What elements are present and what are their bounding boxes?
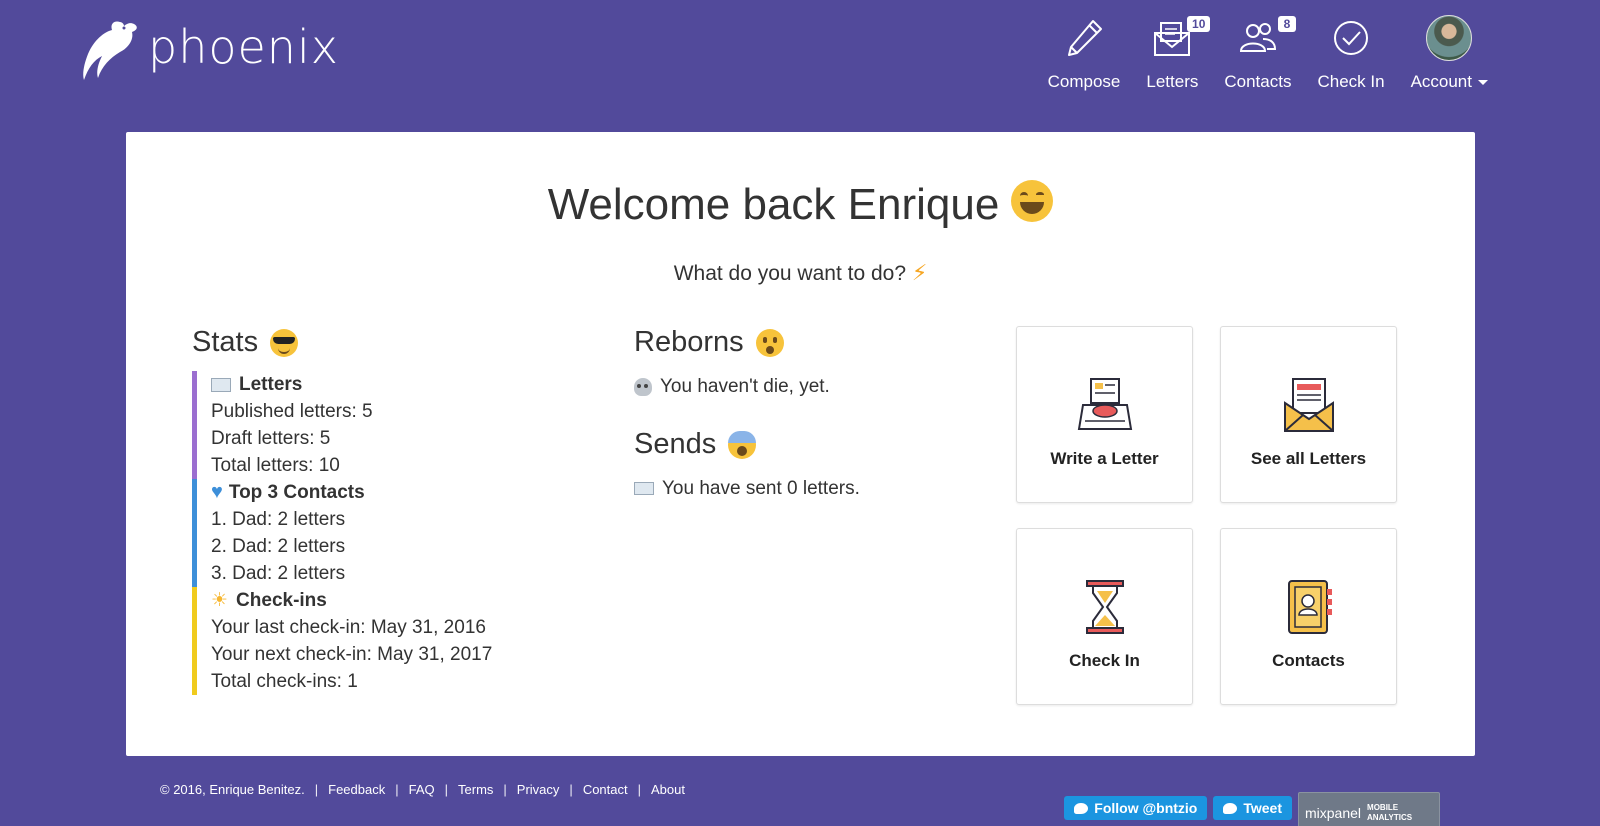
twitter-bird-icon — [1223, 802, 1238, 814]
footer-link-faq[interactable]: FAQ — [409, 782, 435, 797]
stats-contacts-group: ♥ Top 3 Contacts 1. Dad: 2 letters 2. Dad… — [192, 479, 492, 587]
nav-account[interactable]: Account — [1411, 14, 1488, 92]
screaming-emoji-icon — [728, 430, 757, 459]
nav-account-label: Account — [1410, 72, 1472, 91]
surprised-emoji-icon — [755, 328, 784, 357]
nav-contacts[interactable]: 8 Contacts — [1224, 14, 1296, 92]
envelope-icon — [211, 377, 231, 392]
stat-draft-letters: Draft letters: 5 — [211, 428, 331, 449]
footer-link-about[interactable]: About — [651, 782, 685, 797]
stat-next-checkin: Your next check-in: May 31, 2017 — [211, 644, 493, 665]
phoenix-logo[interactable]: phoenix — [80, 16, 339, 82]
outbox-envelope-icon — [634, 482, 654, 495]
skull-icon — [634, 377, 652, 396]
check-circle-icon — [1334, 21, 1369, 55]
stat-total-checkins: Total check-ins: 1 — [211, 671, 358, 692]
chevron-down-icon — [1478, 80, 1488, 86]
hourglass-icon — [1085, 580, 1124, 634]
stats-title: Stats — [192, 326, 259, 358]
social-buttons: Follow @bntzio Tweet mixpanel MOBILE ANAL… — [1064, 782, 1440, 826]
tweet-label: Tweet — [1243, 800, 1282, 816]
stat-contact-1: 1. Dad: 2 letters — [211, 509, 346, 530]
stats-checkins-group: ☀ Check-ins Your last check-in: May 31, 2… — [192, 587, 492, 695]
see-all-letters-label: See all Letters — [1250, 449, 1367, 468]
mixpanel-sub1: MOBILE — [1367, 803, 1399, 812]
stats-letters-group: Letters Published letters: 5 Draft lette… — [192, 371, 492, 479]
nav-compose-label: Compose — [1047, 72, 1121, 91]
sends-title: Sends — [634, 428, 717, 460]
welcome-subtitle: What do you want to do? ⚡ — [126, 260, 1475, 286]
blue-heart-icon: ♥ — [211, 481, 223, 503]
nav-letters[interactable]: 10 Letters — [1146, 14, 1211, 92]
contacts-tile[interactable]: Contacts — [1220, 528, 1397, 705]
site-footer: © 2016, Enrique Benitez. | Feedback | FA… — [160, 782, 685, 797]
stat-contact-2: 2. Dad: 2 letters — [211, 536, 346, 557]
contacts-count-badge: 8 — [1277, 16, 1296, 32]
twitter-bird-icon — [1074, 802, 1089, 814]
footer-link-feedback[interactable]: Feedback — [328, 782, 385, 797]
nav-compose[interactable]: Compose — [1047, 14, 1121, 92]
reborns-title: Reborns — [634, 326, 744, 358]
contacts-label: Contacts — [1272, 651, 1345, 670]
reborns-text: You haven't die, yet. — [660, 376, 830, 397]
letters-count-badge: 10 — [1187, 16, 1211, 32]
mixpanel-badge[interactable]: mixpanel MOBILE ANALYTICS — [1298, 792, 1440, 826]
sends-text: You have sent 0 letters. — [662, 478, 860, 499]
phoenix-bird-icon — [83, 21, 137, 80]
follow-label: Follow @bntzio — [1094, 800, 1198, 816]
copyright: © 2016, Enrique Benitez. — [160, 782, 305, 797]
main-nav: Compose 10 Letters 8 Contacts Check In A… — [1022, 14, 1488, 92]
sunglasses-emoji-icon — [270, 328, 299, 357]
sun-icon: ☀ — [211, 590, 229, 611]
stats-contacts-heading: Top 3 Contacts — [228, 482, 365, 503]
user-avatar — [1426, 15, 1473, 61]
nav-checkin[interactable]: Check In — [1317, 14, 1385, 92]
write-letter-label: Write a Letter — [1050, 449, 1159, 468]
lightning-icon: ⚡ — [911, 260, 928, 285]
stat-total-letters: Total letters: 10 — [211, 455, 340, 476]
check-in-tile[interactable]: Check In — [1016, 528, 1193, 705]
see-all-letters-tile[interactable]: See all Letters — [1220, 326, 1397, 503]
stats-checkins-heading: Check-ins — [236, 590, 327, 611]
footer-link-terms[interactable]: Terms — [458, 782, 493, 797]
address-book-icon — [1287, 580, 1332, 634]
typewriter-icon — [1077, 378, 1132, 430]
stat-last-checkin: Your last check-in: May 31, 2016 — [211, 617, 486, 638]
mixpanel-sub2: ANALYTICS — [1367, 813, 1413, 822]
welcome-title: Welcome back Enrique — [547, 180, 1000, 229]
pencil-icon — [1068, 20, 1102, 56]
open-envelope-icon — [1283, 378, 1334, 432]
mixpanel-brand: mixpanel — [1305, 805, 1362, 821]
stat-contact-3: 3. Dad: 2 letters — [211, 563, 346, 584]
stats-letters-heading: Letters — [239, 374, 303, 395]
twitter-follow-button[interactable]: Follow @bntzio — [1064, 796, 1208, 820]
footer-link-privacy[interactable]: Privacy — [517, 782, 560, 797]
stat-published-letters: Published letters: 5 — [211, 401, 373, 422]
activity-section: Reborns You haven't die, yet. Sends You … — [634, 326, 860, 502]
nav-checkin-label: Check In — [1317, 72, 1385, 91]
write-letter-tile[interactable]: Write a Letter — [1016, 326, 1193, 503]
subtitle-text: What do you want to do? — [673, 262, 906, 285]
footer-link-contact[interactable]: Contact — [583, 782, 628, 797]
brand-name: phoenix — [148, 20, 339, 74]
grin-emoji-icon — [1011, 180, 1054, 223]
contacts-people-icon — [1239, 23, 1276, 52]
check-in-label: Check In — [1069, 651, 1140, 670]
dashboard-card: Welcome back Enrique What do you want to… — [126, 132, 1475, 756]
top-header: phoenix Compose 10 Letters 8 Contacts Ch… — [0, 0, 1600, 130]
welcome-heading: Welcome back Enrique — [126, 180, 1475, 230]
nav-contacts-label: Contacts — [1224, 72, 1292, 91]
nav-letters-label: Letters — [1146, 72, 1199, 91]
stats-section: Stats Letters Published letters: 5 Draft… — [192, 326, 492, 695]
tweet-button[interactable]: Tweet — [1213, 796, 1292, 820]
